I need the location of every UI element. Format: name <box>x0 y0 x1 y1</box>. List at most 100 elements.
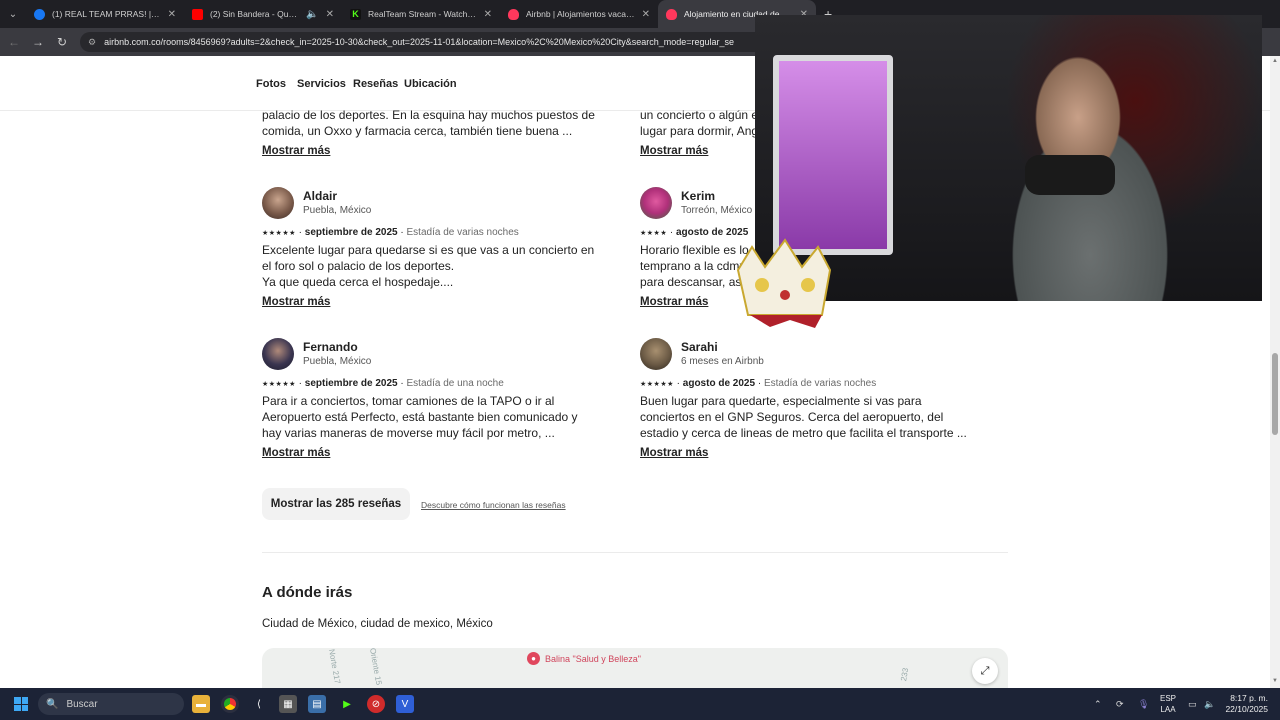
rating-stars: ★★★★★ <box>262 381 296 388</box>
avatar[interactable] <box>262 338 294 370</box>
capcut-icon[interactable]: ⟨ <box>250 695 268 713</box>
rating-stars: ★★★★ <box>640 230 668 237</box>
expand-icon[interactable]: ⤢ <box>972 658 998 684</box>
review-text-line: Para ir a conciertos, tomar camiones de … <box>262 394 555 408</box>
road-label: Norte 217 <box>327 648 343 685</box>
avatar[interactable] <box>262 187 294 219</box>
reviewer-location: Puebla, México <box>303 205 372 216</box>
page-scrollbar[interactable]: ▲ ▼ <box>1270 56 1280 688</box>
show-more-link[interactable]: Mostrar más <box>640 447 708 459</box>
section-title: A dónde irás <box>262 584 353 601</box>
clock-time: 8:17 p. m. <box>1230 693 1268 703</box>
show-more-link[interactable]: Mostrar más <box>262 296 330 308</box>
review-date: septiembre de 2025 <box>304 227 398 238</box>
pin-icon: ● <box>527 652 540 665</box>
review-text-line: hay varias maneras de moverse muy fácil … <box>262 426 555 440</box>
tab-title: RealTeam Stream - Watch Live <box>368 9 477 19</box>
calculator-icon[interactable]: ▤ <box>308 695 326 713</box>
sync-icon[interactable]: ⟳ <box>1116 688 1124 720</box>
app-icon[interactable]: ▦ <box>279 695 297 713</box>
network-icon[interactable]: ▭ <box>1188 688 1197 720</box>
review-text-line: estadio y cerca de lineas de metro que f… <box>640 426 967 440</box>
stay-type: Estadía de varias noches <box>406 227 519 238</box>
subnav-resenas[interactable]: Reseñas <box>353 78 398 90</box>
tray-chevron-icon[interactable]: ⌃ <box>1094 688 1102 720</box>
file-explorer-icon[interactable]: ▬ <box>192 695 210 713</box>
browser-tab[interactable]: K RealTeam Stream - Watch Live ✕ <box>342 0 500 28</box>
tab-search-icon[interactable]: ⌄ <box>0 0 26 28</box>
lang-layout: LAA <box>1160 705 1176 714</box>
show-more-link[interactable]: Mostrar más <box>262 447 330 459</box>
browser-tab[interactable]: (2) Sin Bandera - Que Lloro 🔈 ✕ <box>184 0 342 28</box>
review-text-line: un concierto o algún ev <box>640 108 765 122</box>
subnav-ubicacion[interactable]: Ubicación <box>404 78 457 90</box>
site-info-icon[interactable]: ⚙ <box>88 37 96 48</box>
speaker-icon[interactable]: 🔈 <box>306 9 318 20</box>
reload-icon[interactable]: ↻ <box>50 30 74 54</box>
browser-tab[interactable]: Airbnb | Alojamientos vacacio ✕ <box>500 0 658 28</box>
avatar[interactable] <box>640 187 672 219</box>
review-text-line: Buen lugar para quedarte, especialmente … <box>640 394 922 408</box>
show-more-link[interactable]: Mostrar más <box>640 145 708 157</box>
taskbar-search[interactable]: 🔍 Buscar <box>38 693 184 715</box>
reviewer-location: Torreón, México <box>681 205 753 216</box>
tab-title: (1) REAL TEAM PRRAS! | Facebo <box>52 9 161 19</box>
road-label: 233 <box>899 667 911 682</box>
windows-taskbar: 🔍 Buscar ▬ ⟨ ▦ ▤ ▶ ⊘ V ⌃ ⟳ 🎙 ESP LAA ▭ 🔈… <box>0 688 1280 720</box>
avatar[interactable] <box>640 338 672 370</box>
review-text-line: el foro sol o palacio de los deportes. <box>262 259 455 273</box>
microphone-image <box>1025 155 1115 195</box>
location-map[interactable]: Norte 217 Oriente 15 233 ● Balina "Salud… <box>262 648 1008 688</box>
url-text: airbnb.com.co/rooms/8456969?adults=2&che… <box>104 37 735 47</box>
review-text-line: comida, un Oxxo y farmacia cerca, tambié… <box>262 124 573 138</box>
review-text-line: palacio de los deportes. En la esquina h… <box>262 108 595 122</box>
close-icon[interactable]: ✕ <box>642 9 650 20</box>
show-all-reviews-button[interactable]: Mostrar las 285 reseñas <box>262 488 410 520</box>
reviewer-name: Sarahi <box>681 340 718 354</box>
chrome-icon[interactable] <box>221 695 239 713</box>
scrollbar-thumb[interactable] <box>1272 353 1278 435</box>
subnav-servicios[interactable]: Servicios <box>297 78 346 90</box>
windows-start-icon[interactable] <box>14 697 28 711</box>
browser-tab[interactable]: (1) REAL TEAM PRRAS! | Facebo ✕ <box>26 0 184 28</box>
mic-icon[interactable]: 🎙 <box>1138 688 1149 720</box>
crown-sticker-image <box>736 238 832 328</box>
app-red-icon[interactable]: ⊘ <box>367 695 385 713</box>
close-icon[interactable]: ✕ <box>484 9 492 20</box>
clock-date: 22/10/2025 <box>1225 704 1268 714</box>
how-reviews-work-link[interactable]: Descubre cómo funcionan las reseñas <box>421 500 566 510</box>
review-text-line: lugar para dormir, Ange <box>640 124 765 138</box>
system-clock[interactable]: 8:17 p. m. 22/10/2025 <box>1224 693 1268 715</box>
url-field[interactable]: ⚙ airbnb.com.co/rooms/8456969?adults=2&c… <box>80 32 780 52</box>
review-date: agosto de 2025 <box>682 378 756 389</box>
review-text-line: conciertos en el GNP Seguros. Cerca del … <box>640 410 944 424</box>
review-text-line: Aeropuerto está Perfecto, está bastante … <box>262 410 578 424</box>
road-label: Oriente 15 <box>368 648 384 686</box>
facebook-icon <box>34 8 45 20</box>
show-more-link[interactable]: Mostrar más <box>262 145 330 157</box>
review-text-line: Excelente lugar para quedarse si es que … <box>262 243 595 257</box>
show-more-link[interactable]: Mostrar más <box>640 296 708 308</box>
forward-icon[interactable]: → <box>26 30 50 54</box>
kick-app-icon[interactable]: ▶ <box>338 695 356 713</box>
section-divider <box>262 552 1008 553</box>
close-icon[interactable]: ✕ <box>168 9 176 20</box>
scroll-up-icon[interactable]: ▲ <box>1272 58 1278 64</box>
reviewer-location: 6 meses en Airbnb <box>681 356 764 367</box>
subnav-fotos[interactable]: Fotos <box>256 78 286 90</box>
app-v-icon[interactable]: V <box>396 695 414 713</box>
map-poi[interactable]: ● Balina "Salud y Belleza" <box>527 652 641 665</box>
search-icon: 🔍 <box>46 698 59 710</box>
scroll-down-icon[interactable]: ▼ <box>1272 678 1278 684</box>
review-date: septiembre de 2025 <box>304 378 398 389</box>
review-meta: ★★★★★ · septiembre de 2025 · Estadía de … <box>262 378 504 389</box>
back-icon[interactable]: ← <box>2 30 26 54</box>
reviewer-name: Kerim <box>681 189 716 203</box>
stay-type: Estadía de una noche <box>406 378 504 389</box>
lang-code: ESP <box>1160 694 1177 703</box>
review-meta: ★★★★★ · agosto de 2025 · Estadía de vari… <box>640 378 877 389</box>
kick-icon: K <box>350 8 361 20</box>
language-indicator[interactable]: ESP LAA <box>1160 693 1176 715</box>
close-icon[interactable]: ✕ <box>326 9 334 20</box>
volume-icon[interactable]: 🔈 <box>1204 688 1215 720</box>
